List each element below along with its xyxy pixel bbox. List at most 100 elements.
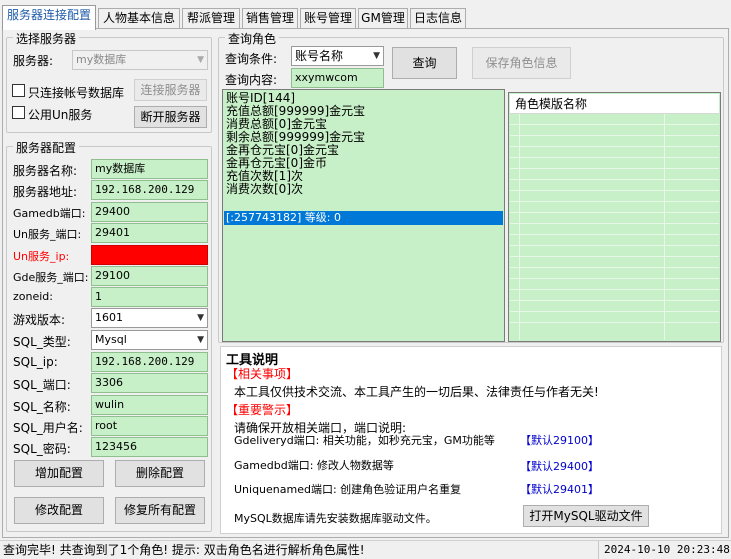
template-grid[interactable]: 角色模版名称 xyxy=(508,92,721,342)
sql-port-field[interactable]: 3306 xyxy=(91,373,208,393)
grid-line xyxy=(510,322,719,323)
sql-type-value: Mysql xyxy=(95,333,127,346)
chevron-down-icon: ▼ xyxy=(373,51,380,61)
config-label-sql-port: SQL_端口: xyxy=(13,378,71,392)
condition-dropdown[interactable]: 账号名称 ▼ xyxy=(291,46,384,66)
config-label-gamedb-port: Gamedb端口: xyxy=(13,207,86,220)
save-role-info-button[interactable]: 保存角色信息 xyxy=(472,47,571,79)
only-account-db-checkbox[interactable] xyxy=(12,84,25,97)
query-button[interactable]: 查询 xyxy=(392,47,457,79)
sql-type-dropdown[interactable]: Mysql ▼ xyxy=(91,330,208,350)
chevron-down-icon: ▼ xyxy=(197,335,204,345)
config-label-server-name: 服务器名称: xyxy=(13,164,78,178)
grid-line xyxy=(510,245,719,246)
add-config-button[interactable]: 增加配置 xyxy=(14,460,104,487)
port-gamedbd-text: Gamedbd端口: 修改人物数据等 xyxy=(234,459,394,472)
config-label-sql-name: SQL_名称: xyxy=(13,400,71,414)
delete-config-button[interactable]: 删除配置 xyxy=(115,460,205,487)
status-message: 查询完毕! 共查询到了1个角色! 提示: 双击角色名进行解析角色属性! xyxy=(3,543,365,557)
chevron-down-icon: ▼ xyxy=(197,55,204,65)
server-address-field[interactable]: 192.168.200.129 xyxy=(91,180,208,200)
grid-line xyxy=(510,124,719,125)
config-label-un-ip: Un服务_ip: xyxy=(13,250,70,263)
config-label-sql-type: SQL_类型: xyxy=(13,335,71,349)
content-label: 查询内容: xyxy=(225,73,278,87)
grid-line xyxy=(510,267,719,268)
status-divider xyxy=(598,541,599,559)
grid-line xyxy=(510,300,719,301)
tab-sales[interactable]: 销售管理 xyxy=(242,8,298,29)
config-label-zoneid: zoneid: xyxy=(13,290,53,303)
warning-header: 【重要警示】 xyxy=(226,403,299,417)
server-dropdown-value: my数据库 xyxy=(76,53,127,66)
grid-line xyxy=(510,146,719,147)
sql-user-field[interactable]: root xyxy=(91,416,208,436)
server-select-title: 选择服务器 xyxy=(13,30,80,47)
un-port-field[interactable]: 29401 xyxy=(91,223,208,243)
modify-config-button[interactable]: 修改配置 xyxy=(14,497,104,524)
config-label-sql-ip: SQL_ip: xyxy=(13,355,58,369)
tab-server-connection[interactable]: 服务器连接配置 xyxy=(2,5,96,30)
zoneid-field[interactable]: 1 xyxy=(91,287,208,307)
connect-server-button[interactable]: 连接服务器 xyxy=(134,79,207,101)
config-label-server-address: 服务器地址: xyxy=(13,185,78,199)
sql-password-field[interactable]: 123456 xyxy=(91,437,208,457)
sql-ip-field[interactable]: 192.168.200.129 xyxy=(91,352,208,372)
port-gdeliveryd-text: Gdeliveryd端口: 相关功能，如秒充元宝，GM功能等 xyxy=(234,434,495,447)
result-line: 消费次数[0]次 xyxy=(226,182,303,196)
server-config-title: 服务器配置 xyxy=(13,139,80,156)
grid-line xyxy=(510,179,719,180)
status-datetime: 2024-10-10 20:23:48 xyxy=(604,543,730,556)
grid-line xyxy=(510,157,719,158)
grid-vline xyxy=(664,114,665,340)
sql-name-field[interactable]: wulin xyxy=(91,395,208,415)
un-ip-field[interactable] xyxy=(91,245,208,265)
gamedb-port-field[interactable]: 29400 xyxy=(91,202,208,222)
related-text: 本工具仅供技术交流、本工具产生的一切后果、法律责任与作者无关! xyxy=(234,385,599,399)
game-version-dropdown[interactable]: 1601 ▼ xyxy=(91,308,208,328)
config-label-un-port: Un服务_端口: xyxy=(13,228,82,241)
disconnect-server-button[interactable]: 断开服务器 xyxy=(134,106,207,128)
server-name-field[interactable]: my数据库 xyxy=(91,159,208,179)
grid-line xyxy=(510,212,719,213)
public-un-label: 公用Un服务 xyxy=(28,108,93,122)
tab-character-info[interactable]: 人物基本信息 xyxy=(98,8,180,29)
mysql-note: MySQL数据库请先安装数据库驱动文件。 xyxy=(234,512,437,525)
port-uniquenamed-default: 【默认29401】 xyxy=(520,483,599,496)
content-input[interactable]: xxymwcom xyxy=(291,68,384,88)
public-un-checkbox[interactable] xyxy=(12,106,25,119)
config-label-sql-user: SQL_用户名: xyxy=(13,421,83,435)
status-bar: 查询完毕! 共查询到了1个角色! 提示: 双击角色名进行解析角色属性! 2024… xyxy=(0,540,731,559)
grid-line xyxy=(510,223,719,224)
grid-line xyxy=(510,168,719,169)
server-label: 服务器: xyxy=(13,54,54,68)
grid-line xyxy=(510,256,719,257)
grid-line xyxy=(510,234,719,235)
grid-line xyxy=(510,289,719,290)
server-dropdown[interactable]: my数据库 ▼ xyxy=(72,50,208,70)
grid-line xyxy=(510,190,719,191)
port-gamedbd-default: 【默认29400】 xyxy=(520,460,599,473)
open-mysql-driver-button[interactable]: 打开MySQL驱动文件 xyxy=(523,505,649,527)
chevron-down-icon: ▼ xyxy=(197,313,204,323)
query-role-title: 查询角色 xyxy=(225,30,280,47)
condition-value: 账号名称 xyxy=(295,49,344,63)
grid-line xyxy=(510,311,719,312)
tab-guild[interactable]: 帮派管理 xyxy=(182,8,240,29)
grid-vline xyxy=(519,114,520,340)
result-lines: 账号ID[144] 充值总额[999999]金元宝 消费总额[0]金元宝 剩余总… xyxy=(226,92,365,196)
game-version-value: 1601 xyxy=(95,311,123,324)
gde-port-field[interactable]: 29100 xyxy=(91,266,208,286)
port-uniquenamed-text: Uniquenamed端口: 创建角色验证用户名重复 xyxy=(234,483,462,496)
repair-all-config-button[interactable]: 修复所有配置 xyxy=(115,497,205,524)
selected-character-row[interactable]: [:257743182] 等级: 0 xyxy=(224,211,503,225)
result-listbox[interactable]: 账号ID[144] 充值总额[999999]金元宝 消费总额[0]金元宝 剩余总… xyxy=(222,89,505,342)
tab-account[interactable]: 账号管理 xyxy=(300,8,356,29)
grid-line xyxy=(510,201,719,202)
template-grid-header: 角色模版名称 xyxy=(510,94,719,114)
condition-label: 查询条件: xyxy=(225,52,278,66)
grid-line xyxy=(510,135,719,136)
tab-logs[interactable]: 日志信息 xyxy=(410,8,466,29)
tab-bar: 服务器连接配置 人物基本信息 帮派管理 销售管理 账号管理 GM管理 日志信息 xyxy=(2,5,731,30)
tab-gm[interactable]: GM管理 xyxy=(358,8,408,29)
